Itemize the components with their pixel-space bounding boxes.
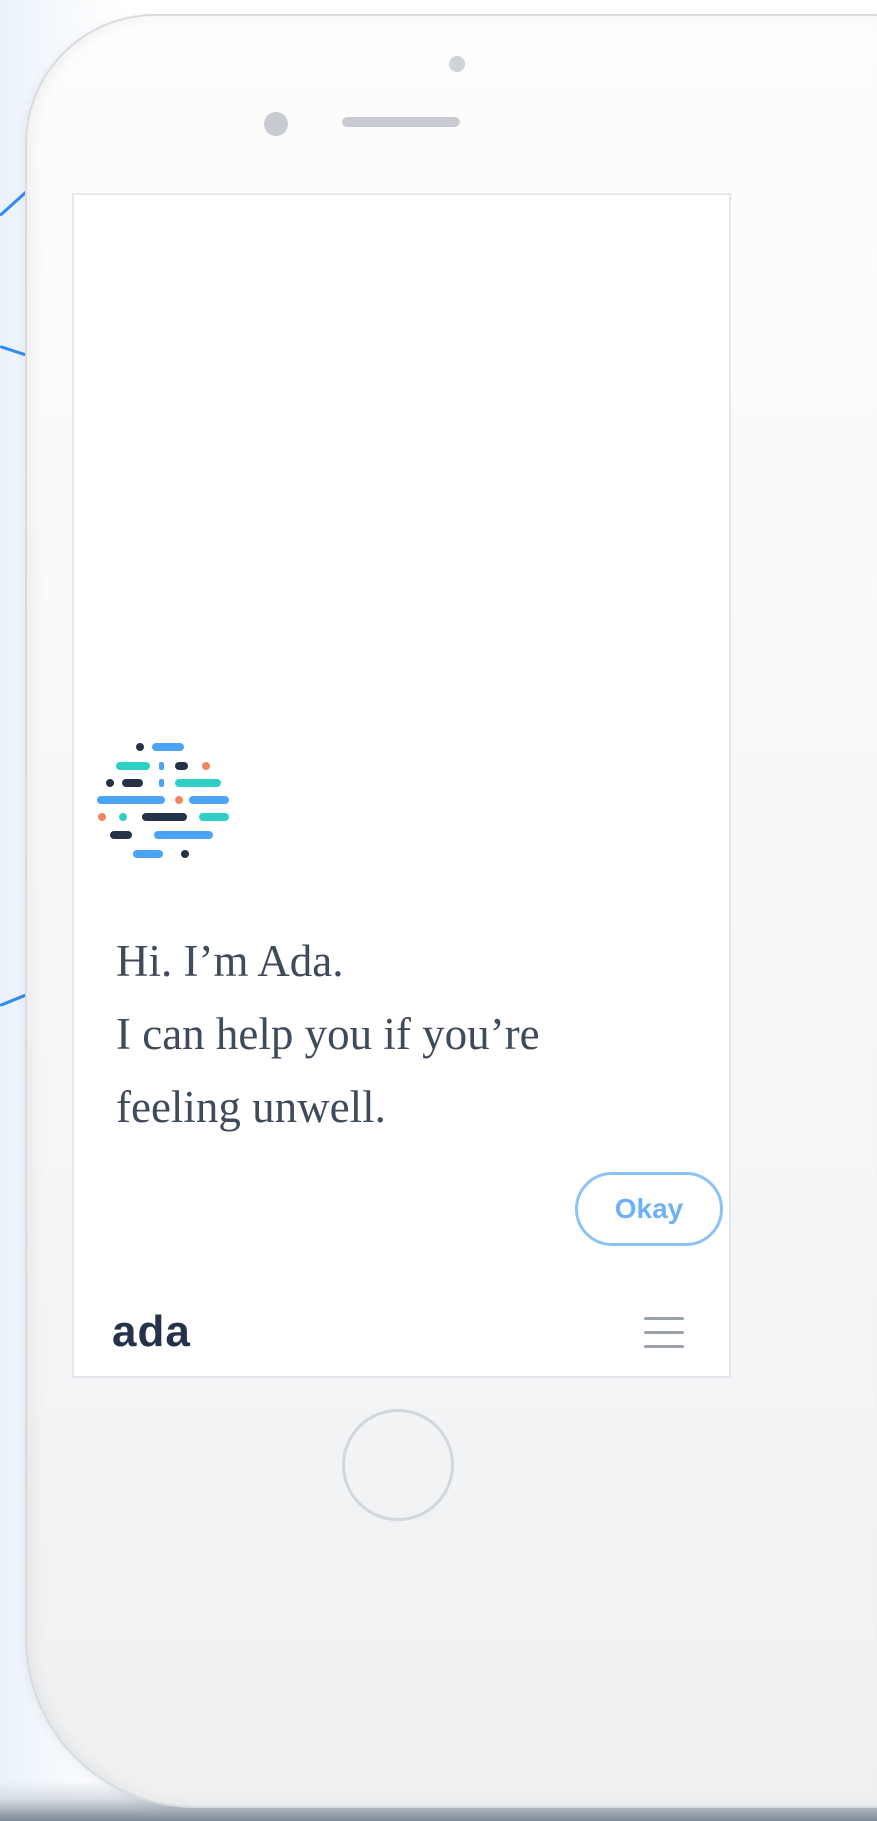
- front-camera: [449, 56, 465, 72]
- menu-bar: [644, 1345, 684, 1348]
- greeting-line: feeling unwell.: [116, 1082, 386, 1132]
- ada-logo: ada: [112, 1307, 191, 1356]
- hamburger-menu-icon[interactable]: [644, 1313, 688, 1353]
- phone-frame: Hi. I’m Ada. I can help you if you’re fe…: [25, 14, 877, 1808]
- proximity-sensor: [264, 112, 288, 136]
- home-button[interactable]: [342, 1409, 454, 1521]
- greeting-line: I can help you if you’re: [116, 1009, 540, 1059]
- okay-button[interactable]: Okay: [575, 1172, 723, 1246]
- greeting-message: Hi. I’m Ada. I can help you if you’re fe…: [116, 925, 696, 1144]
- menu-bar: [644, 1331, 684, 1334]
- app-screen: Hi. I’m Ada. I can help you if you’re fe…: [72, 193, 731, 1378]
- ada-assistant-icon: [97, 743, 229, 858]
- greeting-line: Hi. I’m Ada.: [116, 936, 344, 986]
- earpiece-speaker: [342, 117, 460, 127]
- menu-bar: [644, 1317, 684, 1320]
